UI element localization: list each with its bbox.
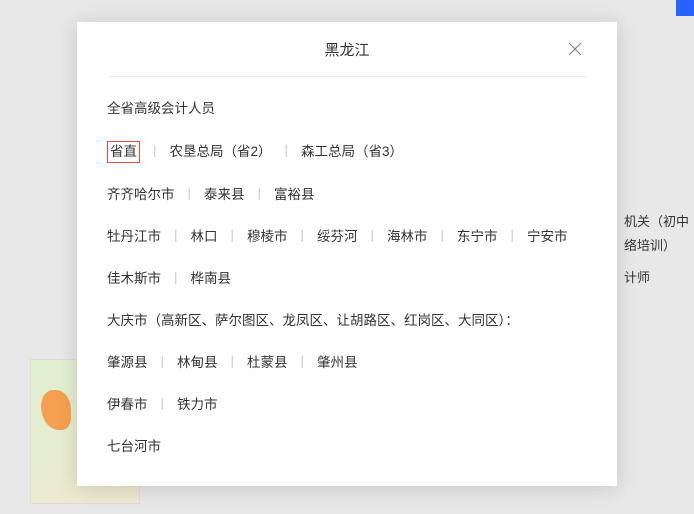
separator: 丨	[296, 353, 310, 373]
modal-header: 黑龙江	[107, 22, 587, 77]
region-item[interactable]: 牡丹江市	[107, 227, 161, 247]
modal-overlay: 黑龙江 全省高级会计人员省直丨农垦总局（省2）丨森工总局（省3）齐齐哈尔市丨泰来…	[0, 0, 694, 514]
region-item[interactable]: 杜蒙县	[247, 353, 288, 373]
separator: 丨	[148, 142, 162, 162]
region-item[interactable]: 海林市	[387, 227, 428, 247]
region-item[interactable]: 大庆市（高新区、萨尔图区、龙凤区、让胡路区、红岗区、大同区）：	[107, 311, 519, 331]
separator: 丨	[366, 227, 380, 247]
separator: 丨	[296, 227, 310, 247]
region-item[interactable]: 铁力市	[177, 395, 218, 415]
region-item[interactable]: 肇州县	[317, 353, 358, 373]
region-item[interactable]: 富裕县	[274, 185, 315, 205]
region-item[interactable]: 绥芬河	[317, 227, 358, 247]
separator: 丨	[156, 395, 170, 415]
modal-body[interactable]: 全省高级会计人员省直丨农垦总局（省2）丨森工总局（省3）齐齐哈尔市丨泰来县丨富裕…	[107, 77, 587, 472]
region-item[interactable]: 佳木斯市	[107, 269, 161, 289]
region-item[interactable]: 东宁市	[457, 227, 498, 247]
region-item[interactable]: 农垦总局（省2）	[170, 142, 272, 162]
region-modal: 黑龙江 全省高级会计人员省直丨农垦总局（省2）丨森工总局（省3）齐齐哈尔市丨泰来…	[77, 22, 617, 486]
separator: 丨	[436, 227, 450, 247]
separator: 丨	[226, 353, 240, 373]
separator: 丨	[169, 269, 183, 289]
region-item[interactable]: 林甸县	[177, 353, 218, 373]
modal-title: 黑龙江	[324, 39, 369, 60]
region-row: 七台河市	[107, 437, 587, 457]
separator: 丨	[226, 227, 240, 247]
region-row: 齐齐哈尔市丨泰来县丨富裕县	[107, 185, 587, 205]
region-item[interactable]: 肇源县	[107, 353, 148, 373]
separator: 丨	[169, 227, 183, 247]
separator: 丨	[253, 185, 267, 205]
region-row: 伊春市丨铁力市	[107, 395, 587, 415]
region-row: 肇源县丨林甸县丨杜蒙县丨肇州县	[107, 353, 587, 373]
separator: 丨	[183, 185, 197, 205]
region-item[interactable]: 伊春市	[107, 395, 148, 415]
region-row: 牡丹江市丨林口丨穆棱市丨绥芬河丨海林市丨东宁市丨宁安市	[107, 227, 587, 247]
separator: 丨	[156, 353, 170, 373]
region-item[interactable]: 宁安市	[527, 227, 568, 247]
region-item[interactable]: 穆棱市	[247, 227, 288, 247]
region-row: 省直丨农垦总局（省2）丨森工总局（省3）	[107, 141, 587, 163]
region-row: 佳木斯市丨桦南县	[107, 269, 587, 289]
separator: 丨	[506, 227, 520, 247]
region-item[interactable]: 省直	[107, 141, 140, 163]
region-row: 全省高级会计人员	[107, 99, 587, 119]
region-item[interactable]: 全省高级会计人员	[107, 99, 215, 119]
close-button[interactable]	[563, 37, 587, 61]
region-row: 大庆市（高新区、萨尔图区、龙凤区、让胡路区、红岗区、大同区）：	[107, 311, 587, 331]
close-icon	[567, 41, 583, 57]
region-item[interactable]: 泰来县	[204, 185, 245, 205]
region-item[interactable]: 林口	[191, 227, 218, 247]
region-item[interactable]: 森工总局（省3）	[301, 142, 403, 162]
region-item[interactable]: 齐齐哈尔市	[107, 185, 175, 205]
region-item[interactable]: 七台河市	[107, 437, 161, 457]
region-item[interactable]: 桦南县	[191, 269, 232, 289]
separator: 丨	[280, 142, 294, 162]
